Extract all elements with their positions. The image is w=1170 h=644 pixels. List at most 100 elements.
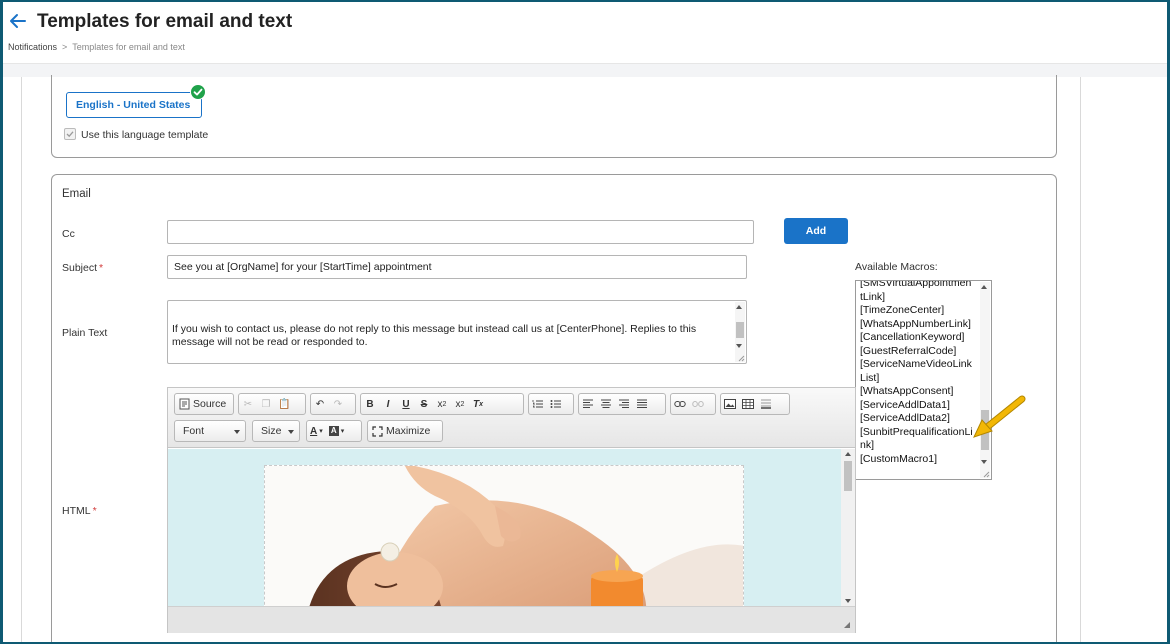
macro-item[interactable]: [GuestReferralCode] — [860, 345, 974, 359]
chevron-down-icon — [234, 430, 240, 434]
unlink-icon[interactable] — [689, 394, 707, 414]
image-icon[interactable] — [721, 394, 739, 414]
subscript-icon[interactable]: x2 — [433, 394, 451, 414]
html-editor: Source ✂ ❐ 📋 ↶ ↷ B I U S x 2 x 2 T x Fon… — [167, 387, 856, 633]
page-title: Templates for email and text — [37, 11, 293, 32]
macro-item[interactable]: [ServiceAddlData1] — [860, 399, 974, 413]
breadcrumb: Notifications > Templates for email and te… — [8, 42, 185, 52]
history-group: ↶ ↷ — [310, 393, 356, 415]
breadcrumb-notifications[interactable]: Notifications — [8, 42, 57, 52]
source-button[interactable]: Source — [174, 393, 234, 415]
align-center-icon[interactable] — [597, 394, 615, 414]
resize-grip-icon[interactable] — [982, 470, 990, 478]
color-group: A ▾ A ▾ — [306, 420, 362, 442]
paste-icon[interactable]: 📋 — [275, 394, 293, 414]
align-justify-icon[interactable] — [633, 394, 651, 414]
cut-icon[interactable]: ✂ — [239, 394, 257, 414]
superscript-icon[interactable]: x2 — [451, 394, 469, 414]
breadcrumb-separator: > — [62, 42, 68, 52]
available-macros-label: Available Macros: — [855, 261, 938, 273]
scroll-down-icon[interactable] — [981, 460, 987, 464]
macro-list: [SMSVirtualAppointmentLink] [TimeZoneCen… — [860, 281, 974, 467]
editor-scrollbar[interactable] — [841, 449, 855, 606]
plain-text-input[interactable]: If you wish to contact us, please do not… — [167, 300, 747, 364]
editor-scroll-thumb[interactable] — [844, 461, 852, 491]
language-selector[interactable]: English - United States — [66, 92, 202, 118]
scroll-up-icon[interactable] — [736, 305, 742, 309]
cc-input[interactable] — [167, 220, 754, 244]
plain-text-scrollbar[interactable] — [735, 302, 745, 362]
align-left-icon[interactable] — [579, 394, 597, 414]
use-language-template[interactable]: Use this language template — [64, 128, 208, 141]
scroll-up-icon[interactable] — [981, 285, 987, 289]
font-dropdown[interactable]: Font — [174, 420, 246, 442]
maximize-label: Maximize — [386, 425, 431, 437]
numbered-list-icon[interactable] — [529, 394, 547, 414]
table-icon[interactable] — [739, 394, 757, 414]
bold-icon[interactable]: B — [361, 394, 379, 414]
macro-item[interactable]: [ServiceNameVideoLinkList] — [860, 358, 974, 385]
html-label: HTML * — [62, 505, 97, 517]
background-color-icon[interactable]: A ▾ — [326, 421, 348, 441]
plain-text-content: If you wish to contact us, please do not… — [172, 323, 697, 348]
text-color-icon[interactable]: A ▾ — [307, 421, 326, 441]
font-dropdown-label: Font — [183, 425, 205, 437]
format-group: B I U S x2 x2 Tx — [360, 393, 524, 415]
cc-label: Cc — [62, 228, 75, 240]
massage-photo — [264, 465, 744, 606]
add-cc-button[interactable]: Add — [784, 218, 848, 244]
link-icon[interactable] — [671, 394, 689, 414]
macro-item[interactable]: [SunbitPrequalificationLink] — [860, 426, 974, 453]
clipboard-group: ✂ ❐ 📋 — [238, 393, 306, 415]
back-arrow-icon[interactable] — [7, 10, 29, 32]
macro-item[interactable]: [CustomMacro1] — [860, 453, 974, 467]
copy-icon[interactable]: ❐ — [257, 394, 275, 414]
scroll-down-icon[interactable] — [845, 599, 851, 603]
page-header: Templates for email and text Notificatio… — [3, 2, 1167, 64]
resize-grip-icon[interactable] — [737, 354, 745, 362]
source-icon — [175, 394, 193, 414]
horizontal-line-icon[interactable] — [757, 394, 775, 414]
chevron-down-icon — [288, 430, 294, 434]
resize-grip-icon[interactable] — [841, 619, 851, 629]
editor-status-bar — [168, 606, 855, 633]
macro-item[interactable]: [ServiceAddlData2] — [860, 412, 974, 426]
redo-icon[interactable]: ↷ — [329, 394, 347, 414]
macros-list-box[interactable]: [SMSVirtualAppointmentLink] [TimeZoneCen… — [855, 280, 992, 480]
required-asterisk: * — [92, 505, 97, 517]
language-panel: English - United States Use this languag… — [51, 75, 1057, 158]
use-template-label: Use this language template — [81, 129, 209, 141]
plain-text-label: Plain Text — [62, 327, 108, 339]
remove-format-icon[interactable]: Tx — [469, 394, 487, 414]
macro-item[interactable]: [TimeZoneCenter] — [860, 304, 974, 318]
underline-icon[interactable]: U — [397, 394, 415, 414]
subject-input[interactable] — [167, 255, 747, 279]
maximize-icon — [368, 421, 386, 441]
macro-item[interactable]: [CancellationKeyword] — [860, 331, 974, 345]
strikethrough-icon[interactable]: S — [415, 394, 433, 414]
link-group — [670, 393, 716, 415]
insert-group — [720, 393, 790, 415]
app-window: Templates for email and text Notificatio… — [3, 2, 1167, 642]
email-panel: Email Cc Add Subject* Available Macros: … — [51, 174, 1057, 642]
macro-item[interactable]: [WhatsAppNumberLink] — [860, 318, 974, 332]
scroll-down-icon[interactable] — [736, 344, 742, 348]
use-template-checkbox[interactable] — [64, 128, 76, 140]
maximize-button[interactable]: Maximize — [367, 420, 443, 442]
check-circle-icon — [190, 84, 206, 100]
align-right-icon[interactable] — [615, 394, 633, 414]
macro-item[interactable]: [SMSVirtualAppointmentLink] — [860, 281, 974, 304]
plain-text-scroll-thumb[interactable] — [736, 322, 744, 338]
bulleted-list-icon[interactable] — [547, 394, 565, 414]
source-label: Source — [193, 398, 227, 410]
list-group — [528, 393, 574, 415]
macro-item[interactable]: [WhatsAppConsent] — [860, 385, 974, 399]
html-editing-area[interactable] — [168, 449, 841, 606]
undo-icon[interactable]: ↶ — [311, 394, 329, 414]
scroll-up-icon[interactable] — [845, 452, 851, 456]
size-dropdown[interactable]: Size — [252, 420, 300, 442]
italic-icon[interactable]: I — [379, 394, 397, 414]
required-asterisk: * — [99, 262, 104, 274]
html-label-text: HTML — [62, 505, 91, 517]
macros-scrollbar[interactable] — [980, 282, 990, 478]
